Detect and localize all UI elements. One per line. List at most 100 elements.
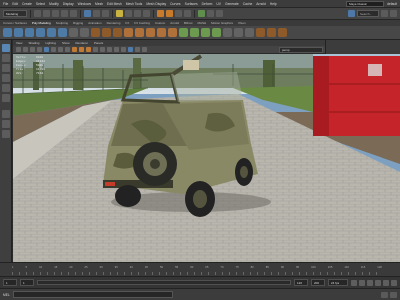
extrude-icon[interactable] [146,28,155,37]
menu-item-display[interactable]: Display [63,2,74,6]
range-track[interactable] [37,280,291,285]
field-chart-icon[interactable] [65,47,70,52]
modeling-toolkit-icon[interactable] [348,10,355,17]
3d-viewport[interactable]: Verts: 6048 Edges: 11942 Faces: 5928 Tris: 1… [13,54,400,262]
combine-icon[interactable] [91,28,100,37]
snap-point-icon[interactable] [134,10,141,17]
search-input[interactable]: Search... [357,10,379,17]
playback-end-field[interactable]: 120 [294,279,308,286]
panel-menu-view[interactable]: View [16,41,22,45]
bridge-icon[interactable] [157,28,166,37]
select-tool-icon[interactable] [2,44,10,52]
go-to-end-icon[interactable] [391,279,397,286]
multi-cut-icon[interactable] [190,28,199,37]
menu-item-arnold[interactable]: Arnold [256,2,266,6]
help-line-icon[interactable] [390,291,397,298]
uv-editor-icon[interactable] [223,28,232,37]
anti-aliasing-icon[interactable] [114,47,119,52]
camera-name-field[interactable]: persp [279,46,323,53]
select-component-icon[interactable] [102,10,109,17]
menuset-dropdown[interactable]: Modeling [3,10,27,17]
smooth-icon[interactable] [113,28,122,37]
render-frame-icon[interactable] [157,10,164,17]
image-plane-icon[interactable] [30,47,35,52]
step-forward-icon[interactable] [383,279,389,286]
menu-item-windows[interactable]: Windows [78,2,91,6]
menu-item-create[interactable]: Create [22,2,32,6]
panel-menu-renderer[interactable]: Renderer [76,41,89,45]
film-gate-icon[interactable] [44,47,49,52]
shelf-tab-rendering[interactable]: Rendering [107,21,121,25]
shelf-tab-curves-surfaces[interactable]: Curves / Surfaces [3,21,27,25]
poly-plane-icon[interactable] [58,28,67,37]
wireframe-icon[interactable] [72,47,77,52]
center-pivot-icon[interactable] [278,28,287,37]
user-menu[interactable]: default [387,2,397,6]
textured-icon[interactable] [86,47,91,52]
poly-cylinder-icon[interactable] [25,28,34,37]
redo-icon[interactable] [70,10,77,17]
shelf-tab-rigging[interactable]: Rigging [73,21,83,25]
new-scene-icon[interactable] [34,10,41,17]
four-view-layout-icon[interactable] [2,120,10,128]
panel-menu-show[interactable]: Show [62,41,70,45]
automatic-map-icon[interactable] [245,28,254,37]
ipr-render-icon[interactable] [166,10,173,17]
ambient-occlusion-icon[interactable] [107,47,112,52]
shelf-tab-poly-modeling[interactable]: Poly Modeling [32,21,51,25]
save-scene-icon[interactable] [52,10,59,17]
lasso-tool-icon[interactable] [2,54,10,62]
step-back-icon[interactable] [359,279,365,286]
go-to-start-icon[interactable] [351,279,357,286]
use-all-lights-icon[interactable] [93,47,98,52]
time-slider[interactable]: 1 5 10 15 20 25 30 35 40 45 50 55 60 65 … [0,262,400,276]
paint-select-tool-icon[interactable] [2,64,10,72]
menu-item-edit[interactable]: Edit [12,2,18,6]
menu-item-modify[interactable]: Modify [49,2,59,6]
menu-item-mesh-tools[interactable]: Mesh Tools [126,2,143,6]
quad-draw-icon[interactable] [212,28,221,37]
camera-attributes-icon[interactable] [16,47,21,52]
render-settings-icon[interactable] [175,10,182,17]
lighting-icon[interactable] [207,10,214,17]
snap-grid-icon[interactable] [116,10,123,17]
command-input[interactable] [12,291,173,298]
menu-item-edit-mesh[interactable]: Edit Mesh [107,2,122,6]
command-language-label[interactable]: MEL [3,293,10,297]
shelf-tab-custom[interactable]: Custom [155,21,165,25]
shelf-tab-arnold[interactable]: Arnold [170,21,179,25]
select-object-icon[interactable] [93,10,100,17]
workspace-dropdown[interactable]: Maya Classic [346,0,385,7]
play-forward-icon[interactable] [375,279,381,286]
shelf-tab-xgen[interactable]: XGen [238,21,246,25]
hypershade-icon[interactable] [184,10,191,17]
smooth-shade-icon[interactable] [79,47,84,52]
animation-start-field[interactable]: 1 [3,279,17,286]
separate-icon[interactable] [102,28,111,37]
panel-menu-panels[interactable]: Panels [94,41,103,45]
shelf-tab-bifrost[interactable]: Bifrost [184,21,193,25]
camera-icon[interactable] [216,10,223,17]
scale-tool-icon[interactable] [2,94,10,102]
panel-menu-shading[interactable]: Shading [28,41,39,45]
play-backward-icon[interactable] [367,279,373,286]
shelf-tab-fx-caching[interactable]: FX Caching [134,21,150,25]
menu-item-help[interactable]: Help [270,2,277,6]
shelf-tab-sculpting[interactable]: Sculpting [56,21,68,25]
boolean-icon[interactable] [124,28,133,37]
poly-sphere-icon[interactable] [3,28,12,37]
script-editor-icon[interactable] [381,291,388,298]
fps-dropdown[interactable]: 24 fps [328,279,348,286]
shelf-tab-mash[interactable]: MASH [197,21,206,25]
single-view-layout-icon[interactable] [2,110,10,118]
shadows-icon[interactable] [100,47,105,52]
menu-item-surfaces[interactable]: Surfaces [185,2,198,6]
menu-item-generate[interactable]: Generate [225,2,239,6]
isolate-select-icon[interactable] [128,47,133,52]
snap-curve-icon[interactable] [125,10,132,17]
menu-item-uv[interactable]: UV [216,2,221,6]
gate-mask-icon[interactable] [58,47,63,52]
menu-item-mesh[interactable]: Mesh [95,2,103,6]
menu-item-curves[interactable]: Curves [170,2,180,6]
planar-map-icon[interactable] [234,28,243,37]
